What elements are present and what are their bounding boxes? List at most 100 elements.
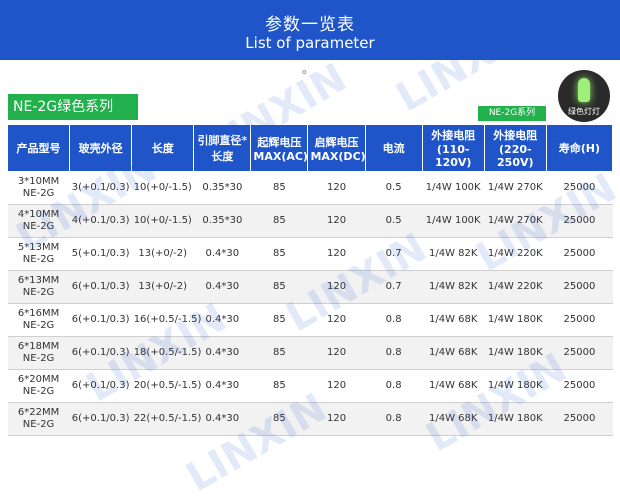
table-cell: 25000 xyxy=(546,303,613,337)
table-row: 6*18MM NE-2G 6(+0.1/0.3) 18(+0.5/-1.5) 0.4*… xyxy=(7,336,613,370)
table-cell: 22(+0.5/-1.5) xyxy=(131,402,201,436)
table-cell: 25000 xyxy=(546,171,613,205)
table-cell: 120 xyxy=(307,204,366,238)
bulb-icon xyxy=(578,78,590,102)
table-cell: 6*16MM NE-2G xyxy=(7,303,70,337)
table-cell: 0.35*30 xyxy=(193,204,251,238)
table-cell: 85 xyxy=(250,336,308,370)
table-cell: 0.5 xyxy=(365,171,423,205)
table-cell: 1/4W 68K xyxy=(422,402,485,436)
header-dot: 。 xyxy=(302,62,315,76)
table-cell: 120 xyxy=(307,270,366,304)
table-cell: 85 xyxy=(250,402,308,436)
table-cell: 85 xyxy=(250,270,308,304)
table-cell: 10(+0/-1.5) xyxy=(131,204,194,238)
lamp-caption: 绿色灯灯 xyxy=(568,107,600,116)
table-row: 5*13MM NE-2G 5(+0.1/0.3) 13(+0/-2) 0.4*30 85… xyxy=(7,237,613,271)
table-cell: 85 xyxy=(250,369,308,403)
series-label: NE-2G绿色系列 xyxy=(8,94,138,120)
table-cell: 85 xyxy=(250,204,308,238)
table-cell: 1/4W 180K xyxy=(484,336,547,370)
table-cell: 1/4W 68K xyxy=(422,303,485,337)
table-cell: 20(+0.5/-1.5) xyxy=(131,369,201,403)
table-cell: 1/4W 180K xyxy=(484,303,547,337)
table-cell: 0.5 xyxy=(365,204,423,238)
column-header: 寿命(H) xyxy=(545,124,614,172)
table-cell: 1/4W 68K xyxy=(422,336,485,370)
table-cell: 18(+0.5/-1.5) xyxy=(131,336,201,370)
table-cell: 5*13MM NE-2G xyxy=(7,237,70,271)
column-header: 启辉电压MAX(DC) xyxy=(307,124,366,172)
page-subtitle: List of parameter xyxy=(245,34,375,52)
table-row: 4*10MM NE-2G 4(+0.1/0.3) 10(+0/-1.5) 0.35*3… xyxy=(7,204,613,238)
table-cell: 120 xyxy=(307,303,366,337)
table-cell: 3(+0.1/0.3) xyxy=(69,171,132,205)
table-cell: 1/4W 270K xyxy=(484,171,547,205)
table-cell: 0.8 xyxy=(365,402,423,436)
table-cell: 85 xyxy=(250,303,308,337)
table-cell: 1/4W 100K xyxy=(422,171,485,205)
column-header: 引脚直径*长度 xyxy=(193,124,252,172)
column-header: 外接电阻(110-120V) xyxy=(421,124,485,172)
table-cell: 0.8 xyxy=(365,303,423,337)
table-cell: 1/4W 68K xyxy=(422,369,485,403)
table-cell: 0.35*30 xyxy=(193,171,251,205)
table-cell: 13(+0/-2) xyxy=(131,270,194,304)
table-cell: 25000 xyxy=(546,369,613,403)
table-cell: 25000 xyxy=(546,270,613,304)
table-row: 6*20MM NE-2G 6(+0.1/0.3) 20(+0.5/-1.5) 0.4*… xyxy=(7,369,613,403)
table-cell: 5(+0.1/0.3) xyxy=(69,237,132,271)
column-header: 起辉电压MAX(AC) xyxy=(250,124,309,172)
table-cell: 0.4*30 xyxy=(193,303,251,337)
column-header: 电流 xyxy=(364,124,423,172)
table-cell: 0.4*30 xyxy=(193,369,251,403)
table-cell: 0.4*30 xyxy=(193,270,251,304)
table-cell: 0.7 xyxy=(365,237,423,271)
table-cell: 6*18MM NE-2G xyxy=(7,336,70,370)
column-header: 外接电阻(220-250V) xyxy=(483,124,547,172)
header-banner: 参数一览表 List of parameter xyxy=(0,0,620,60)
table-cell: 120 xyxy=(307,237,366,271)
table-row: 6*13MM NE-2G 6(+0.1/0.3) 13(+0/-2) 0.4*30 85… xyxy=(7,270,613,304)
table-row: 6*22MM NE-2G 6(+0.1/0.3) 22(+0.5/-1.5) 0.4*… xyxy=(7,402,613,436)
table-cell: 16(+0.5/-1.5) xyxy=(131,303,201,337)
table-cell: 1/4W 82K xyxy=(422,270,485,304)
table-cell: 1/4W 220K xyxy=(484,237,547,271)
column-header: 玻壳外径 xyxy=(69,124,133,172)
table-row: 3*10MM NE-2G 3(+0.1/0.3) 10(+0/-1.5) 0.35*3… xyxy=(7,171,613,205)
table-cell: 6(+0.1/0.3) xyxy=(69,336,132,370)
table-header-row: 产品型号 玻壳外径 长度 引脚直径*长度 起辉电压MAX(AC) 启辉电压MAX(DC) 电… xyxy=(6,124,614,172)
page-title: 参数一览表 xyxy=(265,15,355,35)
table-cell: 0.4*30 xyxy=(193,402,251,436)
table-cell: 3*10MM NE-2G xyxy=(7,171,70,205)
table-cell: 25000 xyxy=(546,402,613,436)
table-cell: 120 xyxy=(307,402,366,436)
table-cell: 1/4W 100K xyxy=(422,204,485,238)
table-cell: 1/4W 180K xyxy=(484,402,547,436)
table-cell: 0.7 xyxy=(365,270,423,304)
table-cell: 25000 xyxy=(546,336,613,370)
table-cell: 120 xyxy=(307,336,366,370)
table-cell: 6(+0.1/0.3) xyxy=(69,303,132,337)
parameter-table: 产品型号 玻壳外径 长度 引脚直径*长度 起辉电压MAX(AC) 启辉电压MAX(DC) 电… xyxy=(6,124,614,436)
series-badge: NE-2G系列 xyxy=(478,106,546,121)
table-cell: 85 xyxy=(250,237,308,271)
table-cell: 6*22MM NE-2G xyxy=(7,402,70,436)
table-cell: 4(+0.1/0.3) xyxy=(69,204,132,238)
table-cell: 1/4W 270K xyxy=(484,204,547,238)
table-cell: 6(+0.1/0.3) xyxy=(69,402,132,436)
table-cell: 1/4W 82K xyxy=(422,237,485,271)
column-header: 产品型号 xyxy=(6,124,71,172)
table-cell: 0.4*30 xyxy=(193,237,251,271)
table-cell: 10(+0/-1.5) xyxy=(131,171,194,205)
table-cell: 85 xyxy=(250,171,308,205)
table-cell: 1/4W 180K xyxy=(484,369,547,403)
column-header: 长度 xyxy=(131,124,195,172)
table-cell: 25000 xyxy=(546,204,613,238)
table-cell: 6(+0.1/0.3) xyxy=(69,369,132,403)
lamp-icon: 绿色灯灯 xyxy=(558,70,610,122)
table-cell: 4*10MM NE-2G xyxy=(7,204,70,238)
table-cell: 120 xyxy=(307,171,366,205)
table-body: 3*10MM NE-2G 3(+0.1/0.3) 10(+0/-1.5) 0.35*3… xyxy=(7,171,613,436)
table-cell: 25000 xyxy=(546,237,613,271)
